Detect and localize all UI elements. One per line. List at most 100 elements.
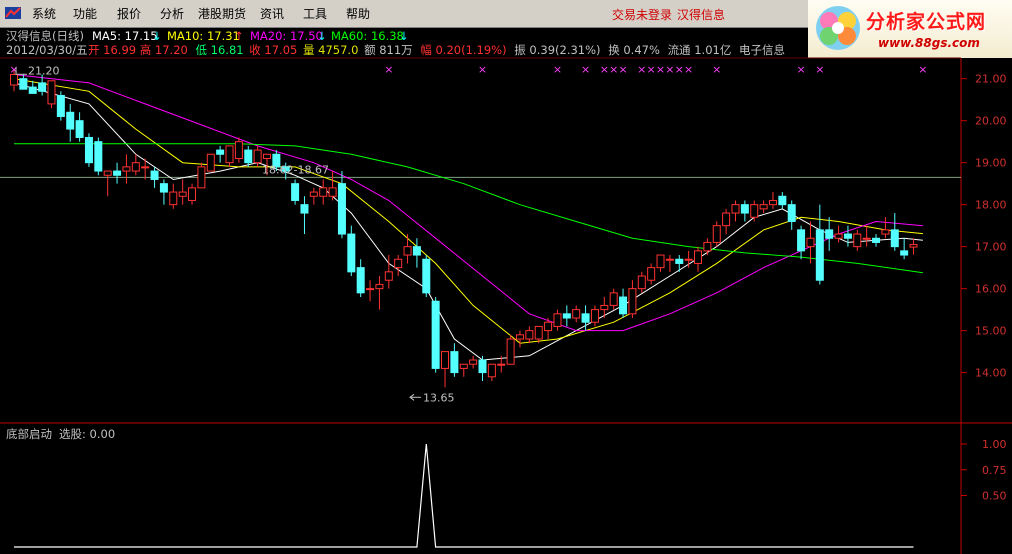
candle-body xyxy=(740,204,749,214)
candle-body xyxy=(562,313,571,319)
signal-markers: × × × × × × × × × × × × × × × × × × xyxy=(9,63,927,76)
candle-body xyxy=(619,296,628,315)
candle xyxy=(684,250,693,268)
candle xyxy=(122,154,131,184)
indicator-line xyxy=(14,443,914,548)
moving-average-lines xyxy=(13,74,923,361)
candle xyxy=(759,200,768,214)
info-amount: 811万 xyxy=(379,43,412,57)
candle xyxy=(291,179,300,205)
price-tick-label: 17.00 xyxy=(975,241,1007,254)
candle-body xyxy=(787,204,796,222)
indicator-tick-label: 0.75 xyxy=(982,464,1007,477)
info-change: 0.20(1.19%) xyxy=(435,43,506,57)
candle-body xyxy=(309,191,318,197)
candle xyxy=(188,183,197,205)
candle xyxy=(328,171,337,201)
price-tick-label: 18.00 xyxy=(975,199,1007,212)
candle xyxy=(412,238,421,268)
candle-body xyxy=(581,313,590,323)
candle-body xyxy=(478,359,487,374)
candle xyxy=(141,158,150,180)
candle-body xyxy=(319,187,328,197)
candle-body xyxy=(497,363,506,366)
candle xyxy=(665,255,674,272)
candle xyxy=(19,74,28,90)
low-price-marker: 13.65 xyxy=(423,391,455,404)
candle-body xyxy=(862,237,871,240)
candle-body xyxy=(553,313,562,327)
candle-body xyxy=(347,233,356,273)
signal-marker: × xyxy=(637,63,646,76)
menu-quote[interactable]: 报价 xyxy=(117,5,141,22)
candle xyxy=(778,192,787,209)
price-tick-label: 15.00 xyxy=(975,325,1007,338)
menu-system[interactable]: 系统 xyxy=(32,5,56,22)
candlesticks xyxy=(10,70,918,388)
candle xyxy=(647,263,656,285)
candle xyxy=(722,208,731,235)
ma60-label: MA60: 16.38 xyxy=(331,29,404,43)
candle xyxy=(441,351,450,388)
candle-body xyxy=(300,204,309,214)
candle xyxy=(853,229,862,251)
ma10-label: MA10: 17.31 xyxy=(167,29,240,43)
candle xyxy=(150,166,159,188)
info-sector: 电子信息 xyxy=(739,43,785,57)
high-price-marker: 21.20 xyxy=(28,64,60,77)
candle xyxy=(103,170,112,197)
info-close: 17.05 xyxy=(264,43,297,57)
candle xyxy=(178,179,187,205)
candle xyxy=(590,305,599,327)
info-float-label: 流通 xyxy=(668,43,691,57)
candle xyxy=(609,288,618,310)
candle-body xyxy=(900,250,909,256)
menu-help[interactable]: 帮助 xyxy=(346,5,370,22)
menu-hk-futures[interactable]: 港股期货 xyxy=(198,5,246,22)
candle-body xyxy=(534,325,543,340)
info-amp: 0.39(2.31%) xyxy=(529,43,600,57)
candle xyxy=(169,183,178,209)
menu-news[interactable]: 资讯 xyxy=(260,5,284,22)
candle-body xyxy=(431,300,440,369)
candle-body xyxy=(38,82,47,92)
candle-body xyxy=(441,351,450,369)
candle-body xyxy=(684,258,693,261)
candle-body xyxy=(66,111,75,130)
candle-body xyxy=(113,170,122,176)
candle xyxy=(675,255,684,272)
candle xyxy=(506,334,515,365)
candle-body xyxy=(10,73,18,86)
candle xyxy=(75,112,84,142)
stock-chart[interactable]: 汉得信息(日线) MA5: 17.15 ↓ MA10: 17.31 ↑ MA20… xyxy=(0,27,1012,554)
candle xyxy=(572,305,581,323)
candle-body xyxy=(159,183,168,193)
candle-body xyxy=(656,254,665,269)
candle-body xyxy=(750,204,759,218)
info-date: 2012/03/30/五 xyxy=(6,43,88,57)
candle xyxy=(487,363,496,382)
candle-body xyxy=(422,258,431,294)
candle xyxy=(225,145,234,167)
info-volume-label: 量 xyxy=(303,43,315,57)
candle-body xyxy=(412,246,421,256)
candle-body xyxy=(881,229,890,235)
candle xyxy=(394,255,403,277)
app-logo-icon[interactable] xyxy=(4,5,22,21)
menu-tools[interactable]: 工具 xyxy=(303,5,327,22)
candle xyxy=(834,225,843,243)
stock-name-link[interactable]: 汉得信息 xyxy=(677,6,725,23)
info-open-label: 开 xyxy=(88,43,100,57)
candle-body xyxy=(797,229,806,252)
menu-function[interactable]: 功能 xyxy=(73,5,97,22)
ma20-label: MA20: 17.50 xyxy=(250,29,323,43)
candle xyxy=(113,162,122,184)
trade-login-status[interactable]: 交易未登录 xyxy=(612,6,672,23)
candle-body xyxy=(244,149,253,164)
candle xyxy=(197,162,206,189)
price-tick-label: 16.00 xyxy=(975,283,1007,296)
candle-body xyxy=(122,166,131,172)
candle-body xyxy=(815,229,824,281)
marker-arrows xyxy=(15,67,421,401)
menu-analysis[interactable]: 分析 xyxy=(160,5,184,22)
